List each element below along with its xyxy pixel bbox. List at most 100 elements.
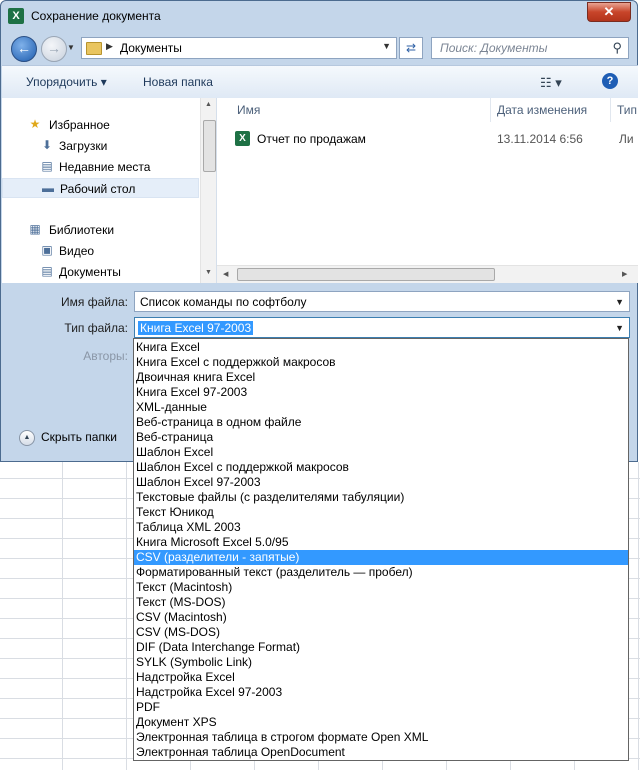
sidebar-item-label: Документы	[59, 265, 121, 279]
sidebar-item-label: Недавние места	[59, 160, 151, 174]
dropdown-option[interactable]: Книга Excel	[134, 340, 628, 355]
dropdown-option[interactable]: CSV (разделители - запятые)	[134, 550, 628, 565]
dialog-title: Сохранение документа	[31, 9, 161, 23]
chevron-down-icon[interactable]: ▼	[382, 41, 391, 51]
scrollbar-thumb[interactable]	[237, 268, 495, 281]
dropdown-option[interactable]: Текстовые файлы (с разделителями табуляц…	[134, 490, 628, 505]
dropdown-option-label: Электронная таблица OpenDocument	[136, 745, 345, 759]
dropdown-option[interactable]: Форматированный текст (разделитель — про…	[134, 565, 628, 580]
dropdown-option[interactable]: Книга Excel 97-2003	[134, 385, 628, 400]
nav-scrollbar[interactable]: ▲ ▼	[200, 98, 216, 283]
dropdown-option-label: CSV (MS-DOS)	[136, 625, 220, 639]
dropdown-option-label: Текстовые файлы (с разделителями табуляц…	[136, 490, 405, 504]
star-icon: ★	[29, 117, 41, 131]
libraries-icon: ▦	[29, 222, 41, 236]
dropdown-option[interactable]: Книга Microsoft Excel 5.0/95	[134, 535, 628, 550]
dropdown-option[interactable]: CSV (MS-DOS)	[134, 625, 628, 640]
search-input[interactable]: Поиск: Документы ⚲	[431, 37, 629, 59]
chevron-down-icon[interactable]: ▼	[615, 323, 624, 333]
filetype-dropdown-list: Книга Excel Книга Excel с поддержкой макр…	[133, 338, 629, 761]
dropdown-option[interactable]: Шаблон Excel с поддержкой макросов	[134, 460, 628, 475]
file-name: Отчет по продажам	[257, 132, 366, 146]
scroll-up-icon[interactable]: ▲	[205, 101, 212, 108]
dropdown-option[interactable]: Веб-страница	[134, 430, 628, 445]
view-options-icon[interactable]: ☷ ▾	[540, 75, 562, 91]
column-header-type[interactable]: Тип	[617, 103, 637, 117]
dropdown-option[interactable]: Текст Юникод	[134, 505, 628, 520]
sidebar-item-label: Видео	[59, 244, 95, 258]
dropdown-option-label: Шаблон Excel с поддержкой макросов	[136, 460, 349, 474]
dropdown-option[interactable]: Книга Excel с поддержкой макросов	[134, 355, 628, 370]
history-dropdown-icon[interactable]: ▼	[67, 43, 75, 52]
filetype-select[interactable]: Книга Excel 97-2003 ▼	[134, 317, 630, 338]
search-icon: ⚲	[612, 40, 622, 55]
column-header-name[interactable]: Имя	[237, 103, 260, 117]
dropdown-option[interactable]: Текст (MS-DOS)	[134, 595, 628, 610]
file-type: Ли	[619, 132, 634, 146]
forward-button[interactable]: →	[41, 36, 67, 62]
dropdown-option-label: XML-данные	[136, 400, 207, 414]
authors-label: Авторы:	[83, 349, 128, 363]
dropdown-option-label: Книга Excel	[136, 340, 200, 354]
dropdown-option[interactable]: Двоичная книга Excel	[134, 370, 628, 385]
help-icon[interactable]: ?	[602, 73, 618, 89]
chevron-down-icon[interactable]: ▼	[615, 297, 624, 307]
sidebar-item[interactable]: ★ Избранное	[2, 115, 199, 135]
sidebar-item-label: Рабочий стол	[60, 182, 136, 196]
back-button[interactable]: ←	[11, 36, 37, 62]
breadcrumb[interactable]: Документы	[120, 41, 182, 55]
title-bar: X Сохранение документа ✕	[1, 1, 637, 31]
dropdown-option[interactable]: XML-данные	[134, 400, 628, 415]
dropdown-option-label: Надстройка Excel	[136, 670, 235, 684]
dropdown-option[interactable]: Шаблон Excel	[134, 445, 628, 460]
dropdown-option-label: CSV (Macintosh)	[136, 610, 227, 624]
dropdown-option[interactable]: Веб-страница в одном файле	[134, 415, 628, 430]
sidebar-item[interactable]: ▣ Видео	[2, 241, 199, 261]
dropdown-option[interactable]: SYLK (Symbolic Link)	[134, 655, 628, 670]
dropdown-option[interactable]: Надстройка Excel	[134, 670, 628, 685]
scrollbar-thumb[interactable]	[203, 120, 216, 172]
dropdown-option-label: Надстройка Excel 97-2003	[136, 685, 283, 699]
sidebar-item[interactable]: ▤ Документы	[2, 262, 199, 282]
dropdown-option-label: PDF	[136, 700, 160, 714]
navigation-pane: ★ Избранное ⬇ Загрузки ▤ Недавние места ▬ Рабоч…	[2, 98, 217, 283]
column-header-date[interactable]: Дата изменения	[497, 103, 587, 117]
scroll-left-icon[interactable]: ◀	[223, 270, 228, 278]
dropdown-option[interactable]: Надстройка Excel 97-2003	[134, 685, 628, 700]
dropdown-option-label: Таблица XML 2003	[136, 520, 241, 534]
dropdown-option[interactable]: Электронная таблица в строгом формате Op…	[134, 730, 628, 745]
filename-field[interactable]: Список команды по софтболу ▼	[134, 291, 630, 312]
dropdown-option[interactable]: DIF (Data Interchange Format)	[134, 640, 628, 655]
file-date: 13.11.2014 6:56	[497, 132, 583, 146]
address-bar[interactable]: ▶ Документы ▼	[81, 37, 397, 59]
sidebar-item-label: Загрузки	[59, 139, 108, 153]
dropdown-option-label: Шаблон Excel 97-2003	[136, 475, 261, 489]
sidebar-item[interactable]: ▬ Рабочий стол	[2, 178, 199, 198]
dropdown-option-label: CSV (разделители - запятые)	[136, 550, 300, 564]
dropdown-option[interactable]: PDF	[134, 700, 628, 715]
file-list-hscrollbar[interactable]: ◀ ▶	[217, 265, 638, 283]
desktop-icon: ▬	[42, 181, 54, 195]
scroll-right-icon[interactable]: ▶	[622, 270, 627, 278]
sidebar-item[interactable]: ▤ Недавние места	[2, 157, 199, 177]
dropdown-option[interactable]: Таблица XML 2003	[134, 520, 628, 535]
dropdown-option-label: Документ XPS	[136, 715, 217, 729]
dropdown-option[interactable]: CSV (Macintosh)	[134, 610, 628, 625]
column-divider[interactable]	[490, 98, 491, 122]
scroll-down-icon[interactable]: ▼	[205, 269, 212, 276]
organize-button[interactable]: Упорядочить ▾	[26, 75, 107, 89]
dropdown-option-label: Веб-страница в одном файле	[136, 415, 302, 429]
dropdown-option[interactable]: Электронная таблица OpenDocument	[134, 745, 628, 760]
refresh-button[interactable]: ⇄	[399, 37, 423, 59]
dropdown-option[interactable]: Документ XPS	[134, 715, 628, 730]
column-divider[interactable]	[610, 98, 611, 122]
dropdown-option[interactable]: Текст (Macintosh)	[134, 580, 628, 595]
breadcrumb-chevron-icon[interactable]: ▶	[106, 41, 113, 52]
dropdown-option[interactable]: Шаблон Excel 97-2003	[134, 475, 628, 490]
new-folder-button[interactable]: Новая папка	[143, 75, 213, 89]
sidebar-item[interactable]: ▦ Библиотеки	[2, 220, 199, 240]
sidebar-item[interactable]: ⬇ Загрузки	[2, 136, 199, 156]
filename-label: Имя файла:	[61, 295, 128, 309]
close-button[interactable]: ✕	[587, 2, 631, 22]
hide-folders-label: Скрыть папки	[41, 430, 117, 444]
